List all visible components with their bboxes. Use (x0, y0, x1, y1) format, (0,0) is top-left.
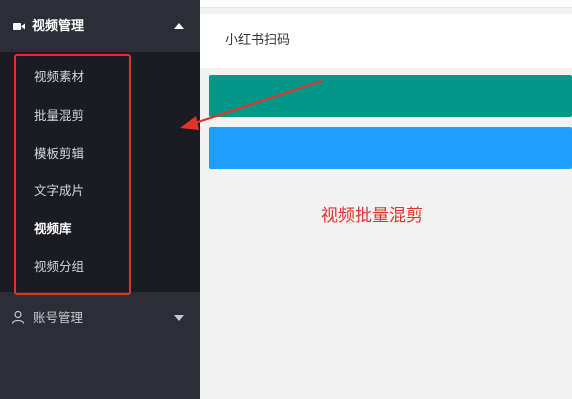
sidebar: 视频管理 视频素材 批量混剪 模板剪辑 文字成片 视频库 视频分组 账号管理 (0, 0, 200, 399)
chevron-down-icon[interactable] (174, 315, 184, 321)
top-strip (200, 0, 572, 8)
user-icon (11, 310, 25, 324)
chevron-up-icon[interactable] (174, 23, 184, 29)
blue-action-button[interactable] (209, 127, 572, 169)
annotation-text: 视频批量混剪 (321, 206, 423, 226)
menu-group-video-management[interactable]: 视频管理 (0, 0, 200, 52)
menu-group-account-management[interactable]: 账号管理 (0, 300, 200, 336)
main-content: 小红书扫码 视频批量混剪 (200, 0, 572, 399)
account-management-label: 账号管理 (33, 310, 84, 325)
annotation-highlight-box (14, 54, 131, 295)
video-camera-icon (13, 23, 25, 30)
menu-group-title: 视频管理 (32, 19, 85, 34)
scan-label: 小红书扫码 (225, 33, 291, 48)
green-action-button[interactable] (209, 75, 572, 117)
xiaohongshu-scan-row[interactable]: 小红书扫码 (200, 14, 572, 68)
